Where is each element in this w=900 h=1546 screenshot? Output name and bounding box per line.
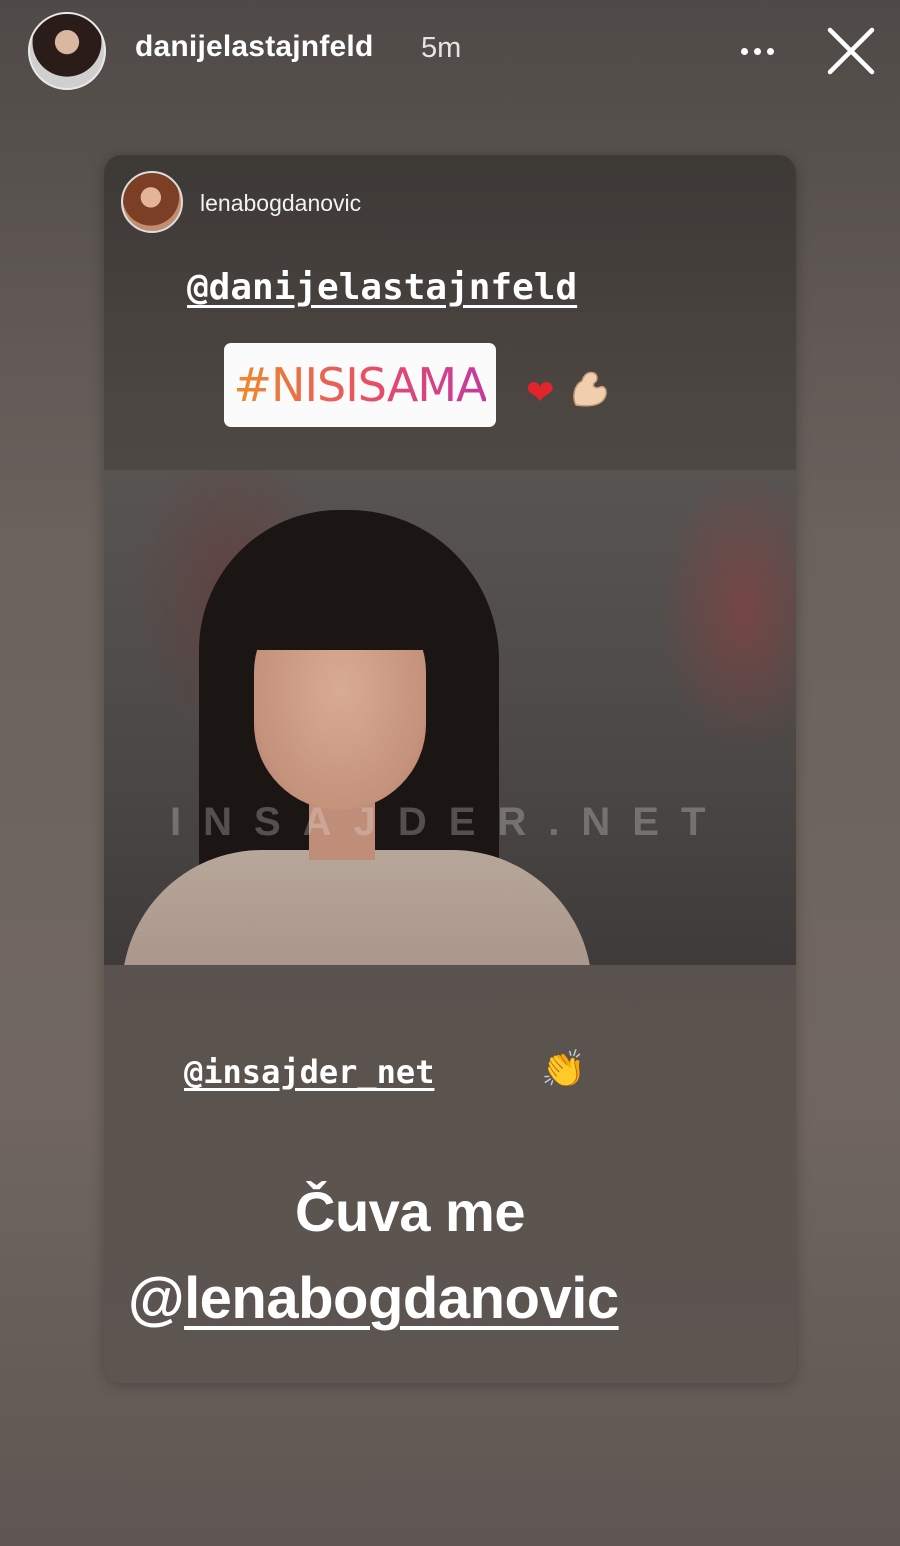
mention-sticker-top[interactable]: @danijelastajnfeld: [187, 267, 577, 308]
clapping-hands-icon: 👏: [541, 1048, 586, 1089]
shared-author-username[interactable]: lenabogdanovic: [200, 190, 361, 217]
flexed-biceps-icon: [573, 371, 607, 407]
caption-mention[interactable]: lenabogdanovic: [184, 1266, 619, 1331]
video-frame[interactable]: INSAJDER.NET: [104, 470, 796, 965]
story-time: 5m: [421, 32, 462, 64]
caption-line2[interactable]: @lenabogdanovic: [128, 1265, 619, 1332]
more-dots-icon: [753, 47, 761, 55]
hashtag-text: #NISISAMA: [233, 358, 488, 412]
mention-sticker-bottom[interactable]: @insajder_net: [184, 1053, 434, 1091]
shared-story-card[interactable]: lenabogdanovic @danijelastajnfeld #NISIS…: [104, 155, 796, 1383]
profile-avatar[interactable]: [28, 12, 106, 90]
hashtag-sticker[interactable]: #NISISAMA: [224, 343, 496, 427]
caption-line1: Čuva me: [295, 1180, 525, 1243]
close-button[interactable]: [824, 24, 878, 78]
story-username[interactable]: danijelastajnfeld: [135, 30, 373, 64]
more-options-button[interactable]: [734, 34, 780, 68]
more-dots-icon: [766, 47, 774, 55]
more-dots-icon: [740, 47, 748, 55]
video-watermark: INSAJDER.NET: [170, 800, 728, 844]
close-icon: [827, 27, 875, 75]
caption-at-sign: @: [128, 1266, 185, 1331]
shared-author-avatar[interactable]: [121, 171, 183, 233]
heart-icon: ❤: [526, 374, 555, 412]
story-header: danijelastajnfeld 5m: [0, 0, 900, 100]
person-shirt: [122, 850, 592, 965]
